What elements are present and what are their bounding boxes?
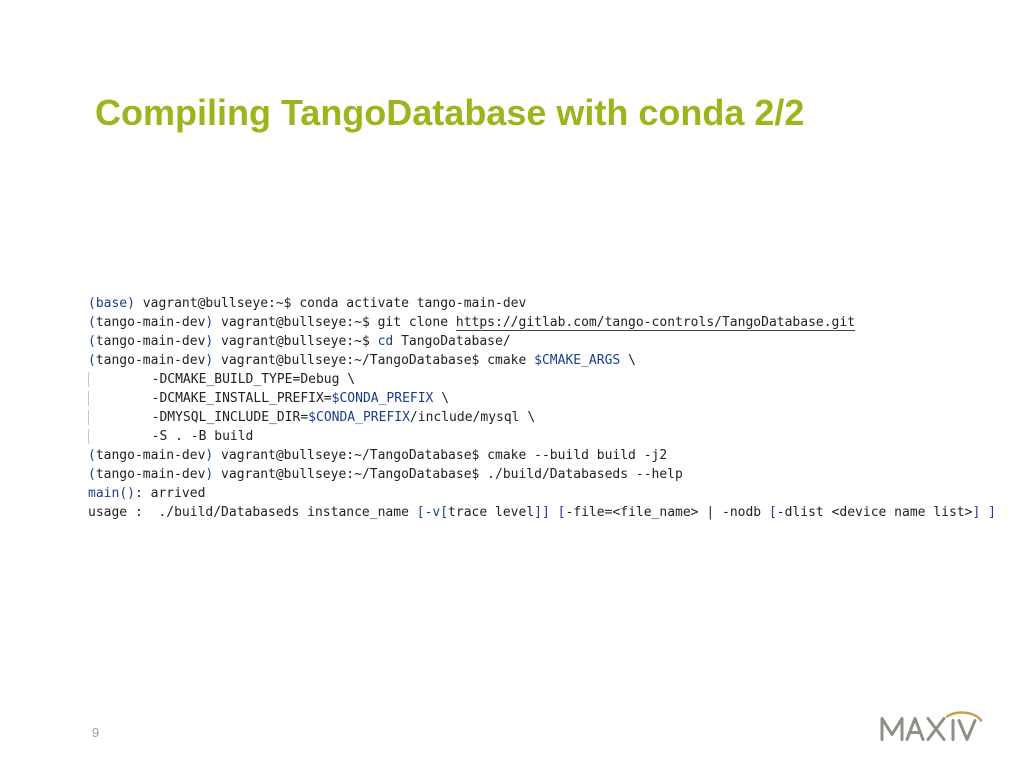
paren-open: ( <box>88 448 96 463</box>
cd-cmd: cd <box>378 334 394 349</box>
prompt-text: vagrant@bullseye:~/TangoDatabase$ ./buil… <box>213 467 683 482</box>
env-name: tango-main-dev <box>96 334 206 349</box>
arg-text: -DCMAKE_BUILD_TYPE=Debug \ <box>152 372 356 387</box>
e: trace level <box>448 505 534 520</box>
b: [ <box>417 505 425 520</box>
page-number: 9 <box>92 725 99 740</box>
env-name: tango-main-dev <box>96 353 206 368</box>
line-2: (tango-main-dev) vagrant@bullseye:~$ git… <box>88 315 855 331</box>
paren-close: ) <box>127 296 135 311</box>
line-3: (tango-main-dev) vagrant@bullseye:~$ cd … <box>88 334 511 349</box>
line-10: (tango-main-dev) vagrant@bullseye:~/Tang… <box>88 467 683 482</box>
line-8: -S . -B build <box>88 429 253 444</box>
terminal-block: (base) vagrant@bullseye:~$ conda activat… <box>88 275 938 522</box>
cd-arg: TangoDatabase/ <box>393 334 510 349</box>
backslash: \ <box>433 391 449 406</box>
line-1: (base) vagrant@bullseye:~$ conda activat… <box>88 296 526 311</box>
i: -file=<file_name> | -nodb <box>565 505 769 520</box>
maxiv-logo-svg <box>878 708 988 748</box>
main-parens: () <box>119 486 135 501</box>
j: [ <box>769 505 777 520</box>
line-11: main(): arrived <box>88 486 205 501</box>
prompt-text: vagrant@bullseye:~/TangoDatabase$ cmake <box>213 353 534 368</box>
m <box>980 505 988 520</box>
line-4: (tango-main-dev) vagrant@bullseye:~/Tang… <box>88 353 636 368</box>
paren-open: ( <box>88 353 96 368</box>
usage-a: usage : ./build/Databaseds instance_name <box>88 505 417 520</box>
maxiv-logo <box>878 708 988 748</box>
g <box>550 505 558 520</box>
indent <box>89 429 152 444</box>
slide: Compiling TangoDatabase with conda 2/2 (… <box>0 0 1024 768</box>
indent <box>89 372 152 387</box>
main-fn: main <box>88 486 119 501</box>
arg-text: -S . -B build <box>152 429 254 444</box>
arg-text: -DMYSQL_INCLUDE_DIR= <box>152 410 309 425</box>
k: -dlist <device name list> <box>777 505 973 520</box>
env-name: tango-main-dev <box>96 448 206 463</box>
line-6: -DCMAKE_INSTALL_PREFIX=$CONDA_PREFIX \ <box>88 391 449 406</box>
prompt-text: vagrant@bullseye:~$ <box>213 334 377 349</box>
arg-text: -DCMAKE_INSTALL_PREFIX= <box>152 391 332 406</box>
backslash: \ <box>620 353 636 368</box>
paren-open: ( <box>88 334 96 349</box>
slide-title: Compiling TangoDatabase with conda 2/2 <box>95 92 804 134</box>
paren-open: ( <box>88 467 96 482</box>
paren-open: ( <box>88 296 96 311</box>
c: -v <box>425 505 441 520</box>
conda-prefix-var: $CONDA_PREFIX <box>332 391 434 406</box>
clone-url: https://gitlab.com/tango-controls/TangoD… <box>456 315 855 331</box>
line-9: (tango-main-dev) vagrant@bullseye:~/Tang… <box>88 448 667 463</box>
env-name: base <box>96 296 127 311</box>
paren-open: ( <box>88 315 96 330</box>
prompt-text: vagrant@bullseye:~$ conda activate tango… <box>135 296 526 311</box>
line-7: -DMYSQL_INCLUDE_DIR=$CONDA_PREFIX/includ… <box>88 410 535 425</box>
indent <box>89 391 152 406</box>
n: ] <box>988 505 996 520</box>
conda-prefix-var: $CONDA_PREFIX <box>308 410 410 425</box>
arrived-text: : arrived <box>135 486 205 501</box>
env-name: tango-main-dev <box>96 315 206 330</box>
prompt-text: vagrant@bullseye:~/TangoDatabase$ cmake … <box>213 448 667 463</box>
indent <box>89 410 152 425</box>
line-12: usage : ./build/Databaseds instance_name… <box>88 505 996 520</box>
prompt-text: vagrant@bullseye:~$ git clone <box>213 315 456 330</box>
f: ]] <box>534 505 550 520</box>
cmake-args-var: $CMAKE_ARGS <box>534 353 620 368</box>
d: [ <box>440 505 448 520</box>
env-name: tango-main-dev <box>96 467 206 482</box>
arg-tail: /include/mysql \ <box>410 410 535 425</box>
line-5: -DCMAKE_BUILD_TYPE=Debug \ <box>88 372 355 387</box>
